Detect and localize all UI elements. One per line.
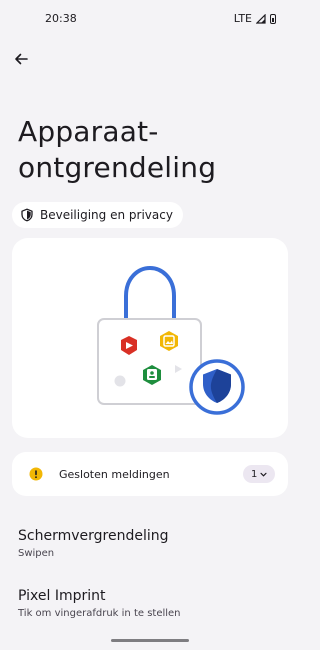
- notifications-count: 1: [251, 468, 258, 480]
- page-title: Apparaat- ontgrendeling: [18, 114, 278, 186]
- page-title-text: Apparaat- ontgrendeling: [18, 115, 217, 184]
- screen-lock-setting[interactable]: Schermvergrendeling Swipen: [18, 527, 288, 559]
- gesture-nav-handle[interactable]: [111, 639, 189, 642]
- status-bar: 20:38 LTE: [0, 0, 300, 36]
- screen-lock-title: Schermvergrendeling: [18, 528, 169, 544]
- status-indicators: LTE: [234, 12, 276, 25]
- arrow-back-icon: [15, 53, 28, 65]
- pixel-imprint-summary: Tik om vingerafdruk in te stellen: [18, 608, 181, 619]
- device-unlock-illustration: [12, 238, 288, 438]
- network-type: LTE: [233, 12, 252, 25]
- signal-icon: [256, 13, 266, 24]
- pixel-imprint-title: Pixel Imprint: [18, 588, 106, 604]
- chevron-down-icon: [260, 472, 267, 477]
- locked-notifications-label: Gesloten meldingen: [59, 468, 170, 481]
- screen-lock-summary: Swipen: [18, 548, 55, 559]
- shield-icon: [21, 208, 33, 222]
- warning-icon: [29, 467, 43, 481]
- security-privacy-chip[interactable]: Beveiliging en privacy: [12, 202, 183, 228]
- back-button[interactable]: [8, 46, 34, 72]
- status-time: 20:38: [45, 12, 77, 25]
- locked-notifications-card[interactable]: Gesloten meldingen 1: [12, 452, 288, 496]
- pixel-imprint-setting[interactable]: Pixel Imprint Tik om vingerafdruk in te …: [18, 587, 288, 619]
- chip-label: Beveiliging en privacy: [40, 208, 173, 222]
- notifications-count-pill[interactable]: 1: [243, 465, 276, 483]
- battery-icon: [270, 13, 276, 24]
- padlock-illustration: [97, 265, 245, 415]
